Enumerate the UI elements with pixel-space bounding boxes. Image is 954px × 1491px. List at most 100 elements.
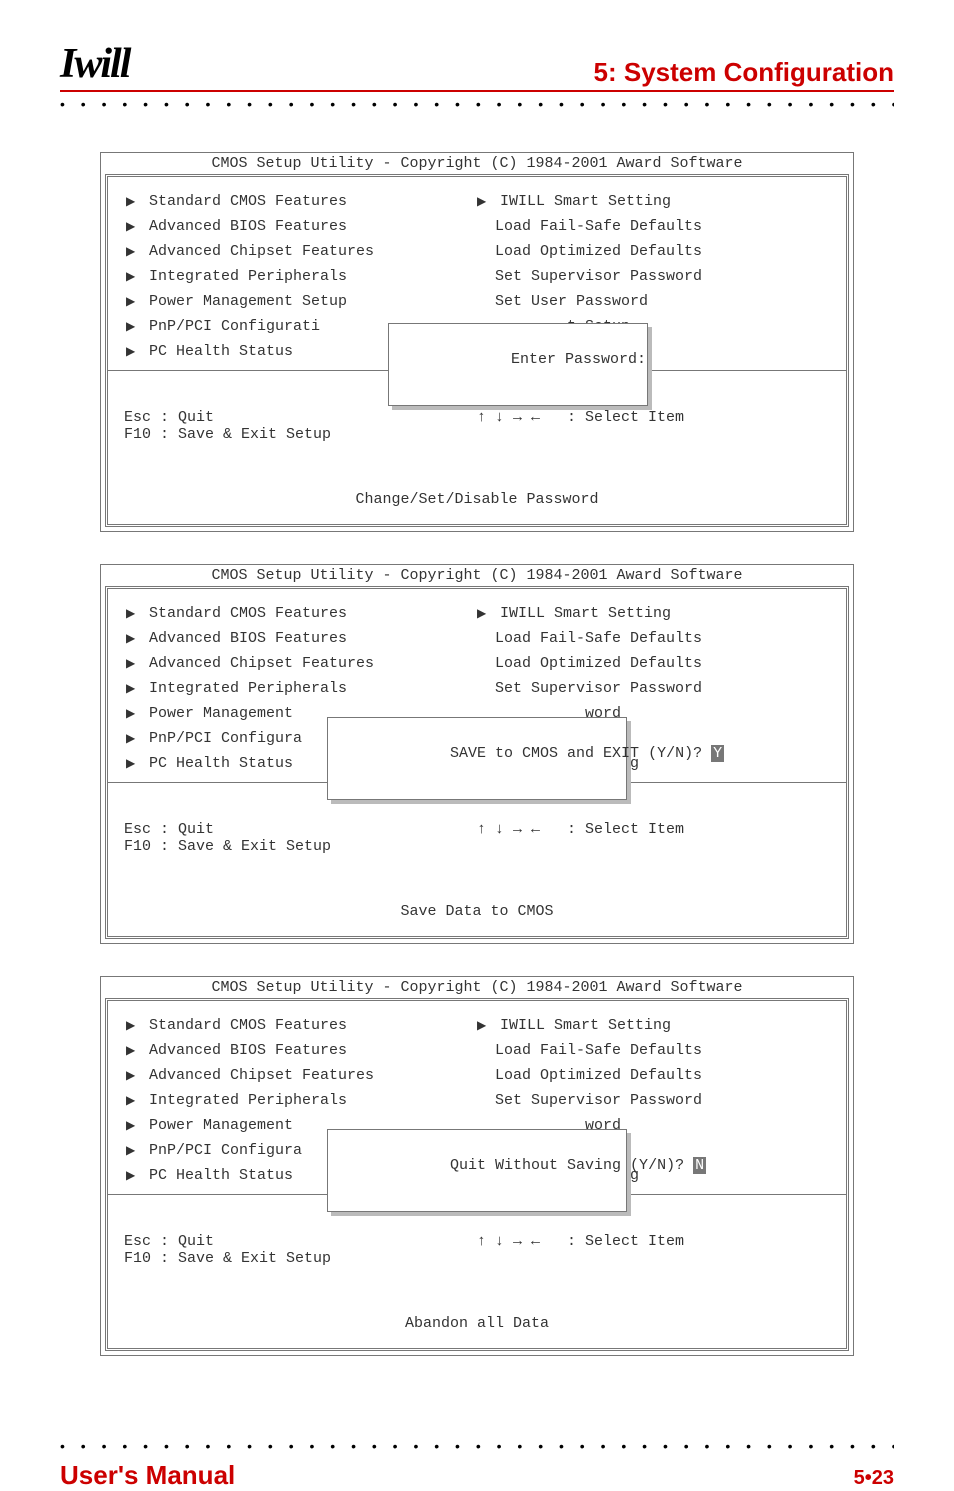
menu-label: Power Management bbox=[149, 1117, 293, 1134]
password-dialog[interactable]: Enter Password: bbox=[388, 323, 648, 406]
dialog-text: Enter Password: bbox=[511, 351, 646, 368]
bios-screenshot-2: CMOS Setup Utility - Copyright (C) 1984-… bbox=[100, 564, 854, 944]
menu-item[interactable]: ▶ Standard CMOS Features bbox=[126, 601, 477, 626]
menu-label: Advanced Chipset Features bbox=[149, 1067, 374, 1084]
menu-item[interactable]: Set Supervisor Password bbox=[477, 264, 828, 289]
menu-label: PnP/PCI Configura bbox=[149, 730, 302, 747]
triangle-icon: ▶ bbox=[126, 706, 140, 721]
triangle-icon: ▶ bbox=[126, 631, 140, 646]
bios-context-help: Abandon all Data bbox=[108, 1305, 846, 1346]
menu-item[interactable]: Set Supervisor Password bbox=[477, 676, 828, 701]
menu-label: PC Health Status bbox=[149, 755, 293, 772]
bios-inner: ▶ Standard CMOS Features ▶ Advanced BIOS… bbox=[105, 586, 849, 939]
triangle-icon: ▶ bbox=[126, 344, 140, 359]
chapter-title: 5: System Configuration bbox=[594, 57, 894, 88]
menu-item[interactable]: ▶ Advanced BIOS Features bbox=[126, 626, 477, 651]
save-exit-dialog[interactable]: SAVE to CMOS and EXIT (Y/N)? Y bbox=[327, 717, 627, 800]
bios-titlebar: CMOS Setup Utility - Copyright (C) 1984-… bbox=[101, 565, 853, 586]
triangle-icon: ▶ bbox=[477, 1018, 491, 1033]
dialog-text: Quit Without Saving (Y/N)? bbox=[450, 1157, 693, 1174]
menu-label: Advanced Chipset Features bbox=[149, 243, 374, 260]
triangle-icon: ▶ bbox=[126, 1143, 140, 1158]
menu-item[interactable]: Load Fail-Safe Defaults bbox=[477, 214, 828, 239]
bios-menu: ▶ Standard CMOS Features ▶ Advanced BIOS… bbox=[108, 1007, 846, 1194]
menu-label: Set User Password bbox=[495, 293, 648, 310]
triangle-icon: ▶ bbox=[126, 681, 140, 696]
triangle-icon: ▶ bbox=[126, 269, 140, 284]
menu-item[interactable]: Set User Password bbox=[477, 289, 828, 314]
menu-label: Load Optimized Defaults bbox=[495, 655, 702, 672]
menu-label: Integrated Peripherals bbox=[149, 268, 347, 285]
triangle-icon: ▶ bbox=[126, 656, 140, 671]
menu-label: Set Supervisor Password bbox=[495, 680, 702, 697]
triangle-icon: ▶ bbox=[126, 731, 140, 746]
help-right: ↑ ↓ → ← : Select Item bbox=[477, 1233, 830, 1267]
bios-context-help: Change/Set/Disable Password bbox=[108, 481, 846, 522]
bios-menu: ▶ Standard CMOS Features ▶ Advanced BIOS… bbox=[108, 595, 846, 782]
page-footer: User's Manual 5•23 bbox=[60, 1460, 894, 1491]
menu-label: Load Optimized Defaults bbox=[495, 243, 702, 260]
bios-screenshot-1: CMOS Setup Utility - Copyright (C) 1984-… bbox=[100, 152, 854, 532]
menu-item[interactable]: ▶ Advanced Chipset Features bbox=[126, 651, 477, 676]
menu-label: PnP/PCI Configurati bbox=[149, 318, 320, 335]
menu-label: Power Management bbox=[149, 705, 293, 722]
menu-label: Advanced BIOS Features bbox=[149, 218, 347, 235]
triangle-icon: ▶ bbox=[126, 319, 140, 334]
triangle-icon: ▶ bbox=[126, 1068, 140, 1083]
bios-screenshot-3: CMOS Setup Utility - Copyright (C) 1984-… bbox=[100, 976, 854, 1356]
triangle-icon: ▶ bbox=[126, 194, 140, 209]
menu-item[interactable]: ▶ Advanced BIOS Features bbox=[126, 214, 477, 239]
menu-item[interactable]: ▶ IWILL Smart Setting bbox=[477, 601, 828, 626]
menu-item[interactable]: ▶ Integrated Peripherals bbox=[126, 676, 477, 701]
triangle-icon: ▶ bbox=[126, 294, 140, 309]
menu-label: Standard CMOS Features bbox=[149, 1017, 347, 1034]
page: Iwill 5: System Configuration • • • • • … bbox=[0, 0, 954, 1356]
dialog-text: SAVE to CMOS and EXIT (Y/N)? bbox=[450, 745, 711, 762]
menu-item[interactable]: Load Fail-Safe Defaults bbox=[477, 1038, 828, 1063]
triangle-icon: ▶ bbox=[126, 244, 140, 259]
menu-item[interactable]: ▶ Integrated Peripherals bbox=[126, 1088, 477, 1113]
triangle-icon: ▶ bbox=[126, 756, 140, 771]
brand-logo: Iwill bbox=[60, 40, 129, 88]
quit-dialog[interactable]: Quit Without Saving (Y/N)? N bbox=[327, 1129, 627, 1212]
menu-label: Power Management Setup bbox=[149, 293, 347, 310]
page-header: Iwill 5: System Configuration bbox=[60, 40, 894, 92]
menu-item[interactable]: Load Optimized Defaults bbox=[477, 651, 828, 676]
menu-label: Load Optimized Defaults bbox=[495, 1067, 702, 1084]
footer-page-number: 5•23 bbox=[854, 1467, 894, 1490]
help-right: ↑ ↓ → ← : Select Item bbox=[477, 409, 830, 443]
bios-titlebar: CMOS Setup Utility - Copyright (C) 1984-… bbox=[101, 153, 853, 174]
menu-label: PnP/PCI Configura bbox=[149, 1142, 302, 1159]
menu-label: Load Fail-Safe Defaults bbox=[495, 630, 702, 647]
menu-label: Integrated Peripherals bbox=[149, 680, 347, 697]
menu-label: Integrated Peripherals bbox=[149, 1092, 347, 1109]
triangle-icon: ▶ bbox=[126, 1018, 140, 1033]
help-left: Esc : Quit F10 : Save & Exit Setup bbox=[124, 409, 477, 443]
menu-item[interactable]: Set Supervisor Password bbox=[477, 1088, 828, 1113]
menu-item[interactable]: Load Optimized Defaults bbox=[477, 239, 828, 264]
menu-item[interactable]: ▶ IWILL Smart Setting bbox=[477, 189, 828, 214]
menu-label: IWILL Smart Setting bbox=[500, 1017, 671, 1034]
menu-item[interactable]: ▶ Advanced BIOS Features bbox=[126, 1038, 477, 1063]
dialog-cursor: Y bbox=[711, 745, 724, 762]
menu-item[interactable]: ▶ Standard CMOS Features bbox=[126, 189, 477, 214]
menu-label: Standard CMOS Features bbox=[149, 605, 347, 622]
menu-item[interactable]: ▶ Power Management Setup bbox=[126, 289, 477, 314]
triangle-icon: ▶ bbox=[126, 1043, 140, 1058]
bios-menu: ▶ Standard CMOS Features ▶ Advanced BIOS… bbox=[108, 183, 846, 370]
bios-context-help: Save Data to CMOS bbox=[108, 893, 846, 934]
bios-inner: ▶ Standard CMOS Features ▶ Advanced BIOS… bbox=[105, 174, 849, 527]
menu-item[interactable]: ▶ Advanced Chipset Features bbox=[126, 1063, 477, 1088]
menu-item[interactable]: ▶ IWILL Smart Setting bbox=[477, 1013, 828, 1038]
footer-dots: • • • • • • • • • • • • • • • • • • • • … bbox=[60, 1438, 894, 1454]
menu-item[interactable]: ▶ Standard CMOS Features bbox=[126, 1013, 477, 1038]
triangle-icon: ▶ bbox=[477, 194, 491, 209]
menu-label: Advanced Chipset Features bbox=[149, 655, 374, 672]
menu-item[interactable]: ▶ Integrated Peripherals bbox=[126, 264, 477, 289]
menu-label: IWILL Smart Setting bbox=[500, 605, 671, 622]
menu-item[interactable]: ▶ Advanced Chipset Features bbox=[126, 239, 477, 264]
menu-item[interactable]: Load Fail-Safe Defaults bbox=[477, 626, 828, 651]
menu-item[interactable]: Load Optimized Defaults bbox=[477, 1063, 828, 1088]
dialog-cursor: N bbox=[693, 1157, 706, 1174]
menu-label: Advanced BIOS Features bbox=[149, 630, 347, 647]
